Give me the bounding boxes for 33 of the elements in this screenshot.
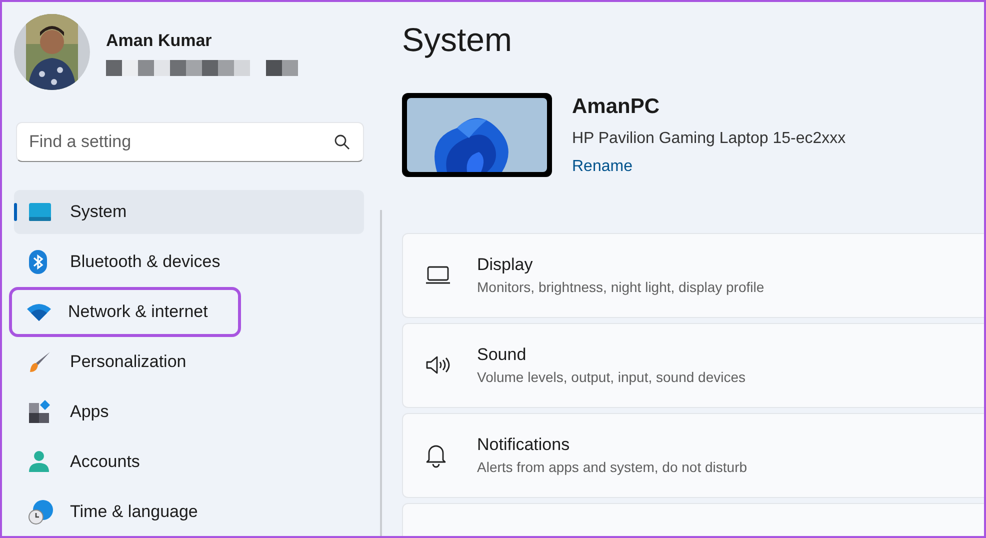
device-model: HP Pavilion Gaming Laptop 15-ec2xxx — [572, 128, 846, 148]
speaker-icon — [425, 354, 451, 376]
page-title: System — [402, 20, 514, 60]
globe-clock-icon — [28, 499, 54, 525]
search-icon — [334, 134, 350, 150]
person-icon — [28, 450, 50, 474]
bluetooth-icon — [28, 250, 48, 274]
nav-item[interactable]: System — [14, 190, 364, 234]
search-field[interactable]: Find a setting — [16, 122, 364, 162]
selection-indicator — [14, 203, 17, 221]
nav-item[interactable]: Bluetooth & devices — [14, 240, 250, 284]
rename-link[interactable]: Rename — [572, 154, 846, 178]
card-subtitle: Monitors, brightness, night light, display profile — [477, 278, 764, 298]
nav-item[interactable]: Time & language — [14, 490, 228, 534]
paintbrush-icon — [28, 350, 52, 374]
settings-card[interactable]: Display Monitors, brightness, night light, display profile — [402, 232, 984, 318]
card-subtitle: Alerts from apps and system, do not disturb — [477, 458, 748, 478]
nav-item[interactable]: Network & internet — [12, 290, 238, 334]
nav-item[interactable]: Personalization — [14, 340, 216, 384]
apps-icon — [28, 400, 52, 424]
card-title: Display — [477, 254, 534, 276]
user-name: Aman Kumar — [106, 30, 213, 52]
card-subtitle: Volume levels, output, input, sound devices — [477, 368, 746, 388]
laptop-icon — [425, 265, 451, 285]
card-title: Notifications — [477, 434, 571, 456]
device-name: AmanPC — [572, 94, 661, 120]
nav-item[interactable]: Accounts — [14, 440, 170, 484]
card-title: Sound — [477, 344, 528, 366]
wifi-icon — [26, 302, 52, 322]
monitor-icon — [28, 202, 52, 222]
settings-card[interactable]: Notifications Alerts from apps and system, do not disturb — [402, 412, 984, 498]
nav-item[interactable]: Apps — [14, 390, 139, 434]
settings-card[interactable]: Sound Volume levels, output, input, sound devices — [402, 322, 984, 408]
